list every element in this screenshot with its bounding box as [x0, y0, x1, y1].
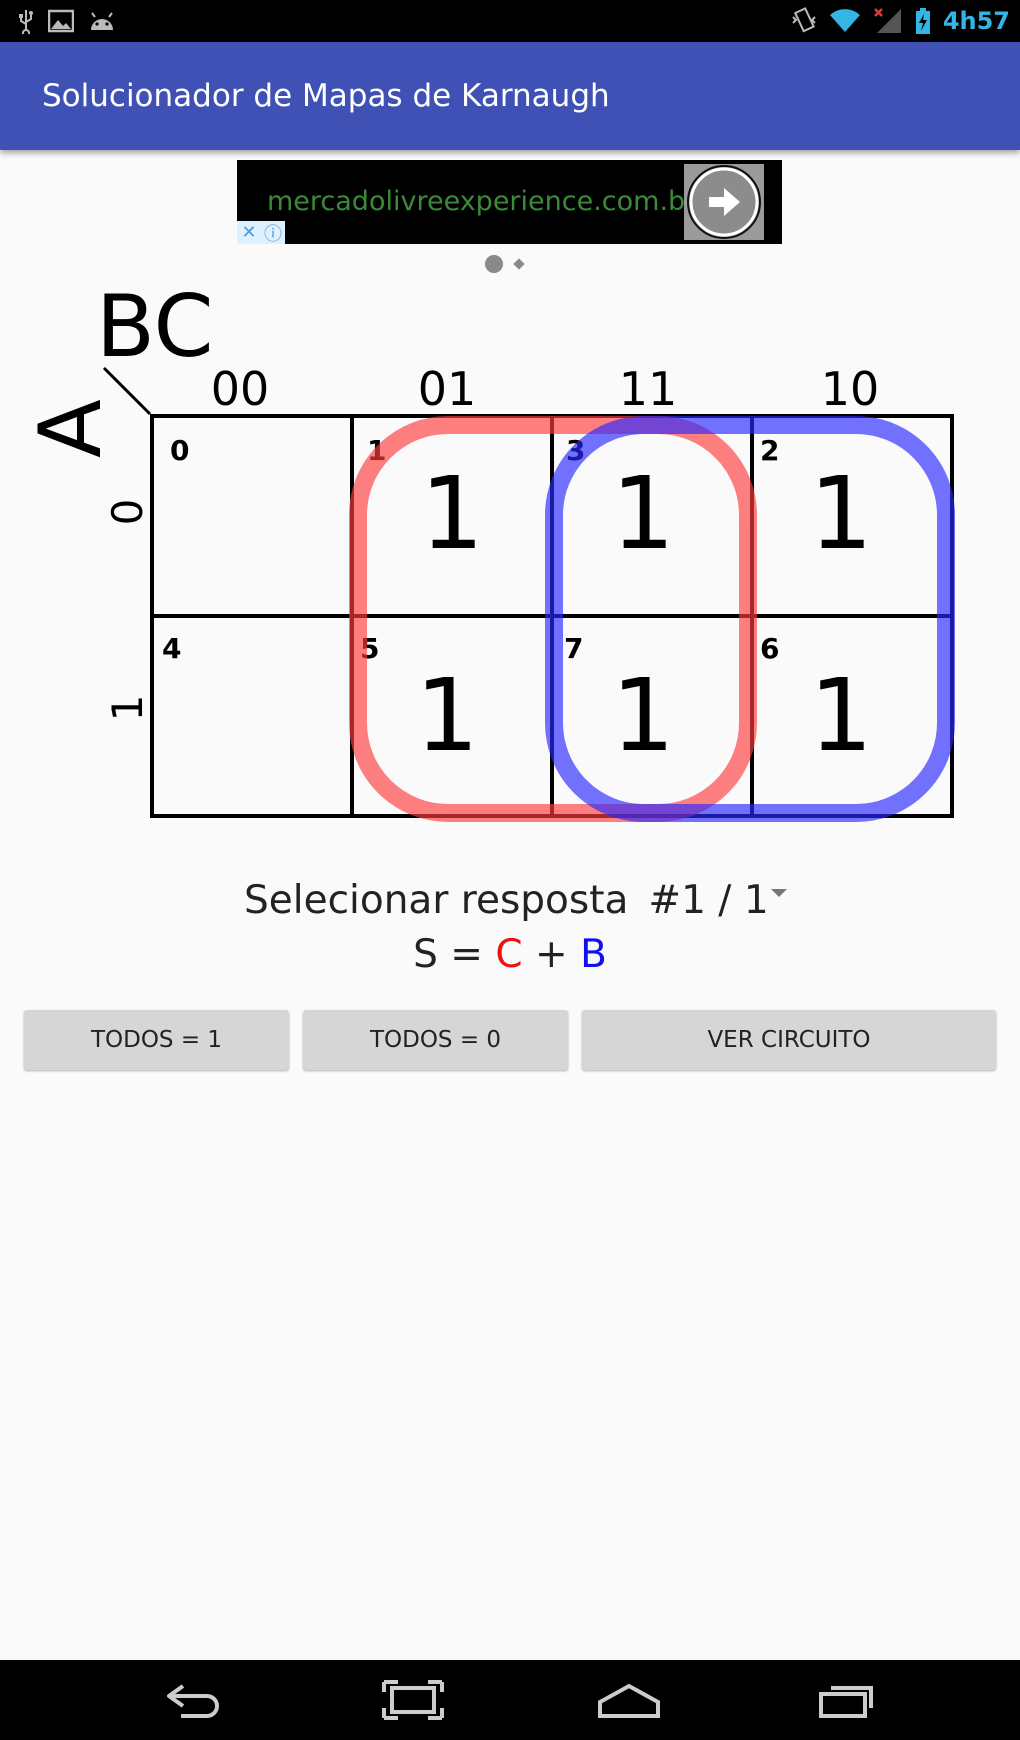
kmap-col-label: 01 [418, 362, 477, 416]
kmap-row-label: 1 [103, 695, 152, 722]
app-bar: Solucionador de Mapas de Karnaugh [0, 42, 1020, 150]
kmap-cell[interactable]: 4 [152, 616, 352, 816]
screenshot-icon[interactable] [382, 1680, 444, 1720]
ad-choices[interactable]: ✕ ⓘ [237, 221, 285, 245]
expr-term-c: C [495, 932, 523, 977]
ad-info-icon[interactable]: ⓘ [261, 221, 285, 245]
expr-prefix: S = [413, 932, 496, 977]
kmap-cell-value: 1 [415, 657, 479, 774]
ad-banner[interactable]: mercadolivreexperience.com.b... [237, 160, 782, 244]
app-title: Solucionador de Mapas de Karnaugh [42, 78, 610, 114]
answer-select-value[interactable]: #1 / 1 [648, 878, 768, 923]
android-icon [91, 12, 113, 30]
kmap-cell-value: 1 [611, 657, 675, 774]
boolean-expression: S = C + B [0, 932, 1020, 977]
image-icon [48, 9, 74, 33]
kmap-cell-index: 6 [760, 632, 779, 665]
kmap-cell-index: 2 [760, 434, 779, 467]
kmap-cell-index: 7 [564, 632, 583, 665]
kmap-row-var: A [21, 399, 121, 458]
all-zero-button[interactable]: TODOS = 0 [303, 1010, 568, 1070]
home-icon[interactable] [596, 1680, 662, 1720]
battery-icon [915, 8, 930, 34]
ad-close-glyph: ✕ [241, 222, 257, 243]
ad-url-text[interactable]: mercadolivreexperience.com.b... [267, 160, 711, 244]
kmap-col-var: BC [96, 277, 214, 377]
kmap-col-label: 00 [211, 362, 270, 416]
kmap-col-label: 10 [821, 362, 880, 416]
kmap-cell-value: 1 [420, 455, 484, 572]
answer-select-label: Selecionar resposta [244, 877, 629, 923]
status-bar: 4h57 [0, 0, 1020, 42]
answer-spinner[interactable]: Selecionar resposta #1 / 1 [244, 870, 787, 930]
arrow-right-icon [687, 165, 761, 239]
kmap-cell-value: 1 [611, 455, 675, 572]
status-icons-left [18, 0, 116, 42]
recents-icon[interactable] [817, 1680, 879, 1720]
wifi-icon [829, 9, 860, 32]
ad-info-glyph: ⓘ [264, 223, 282, 245]
status-icons-right: 4h57 [791, 0, 1010, 42]
kmap-col-label: 11 [619, 362, 678, 416]
navigation-bar [0, 1660, 1020, 1740]
expr-term-b: B [580, 932, 607, 977]
usb-icon [19, 10, 33, 34]
kmap-cell[interactable]: 0 [152, 416, 352, 616]
kmap-row-label: 0 [103, 499, 152, 526]
signal-icon [873, 8, 901, 33]
status-time: 4h57 [942, 7, 1010, 35]
dropdown-caret-icon[interactable] [770, 889, 787, 897]
karnaugh-map: BC A 00 01 11 10 0 1 0 1 1 3 1 2 1 4 5 1 [21, 277, 955, 822]
pager-dot [513, 258, 525, 270]
expr-plus: + [522, 932, 581, 977]
view-circuit-button[interactable]: VER CIRCUITO [582, 1010, 996, 1070]
kmap-cell-value: 1 [809, 657, 873, 774]
ad-close-icon[interactable]: ✕ [237, 221, 261, 244]
kmap-cell-value: 1 [809, 455, 873, 572]
vibrate-icon [792, 7, 816, 33]
back-icon[interactable] [163, 1680, 225, 1720]
kmap-cell-index: 4 [162, 632, 181, 665]
all-one-button[interactable]: TODOS = 1 [24, 1010, 289, 1070]
kmap-cell-index: 0 [170, 434, 189, 467]
ad-arrow-button[interactable] [684, 164, 764, 240]
